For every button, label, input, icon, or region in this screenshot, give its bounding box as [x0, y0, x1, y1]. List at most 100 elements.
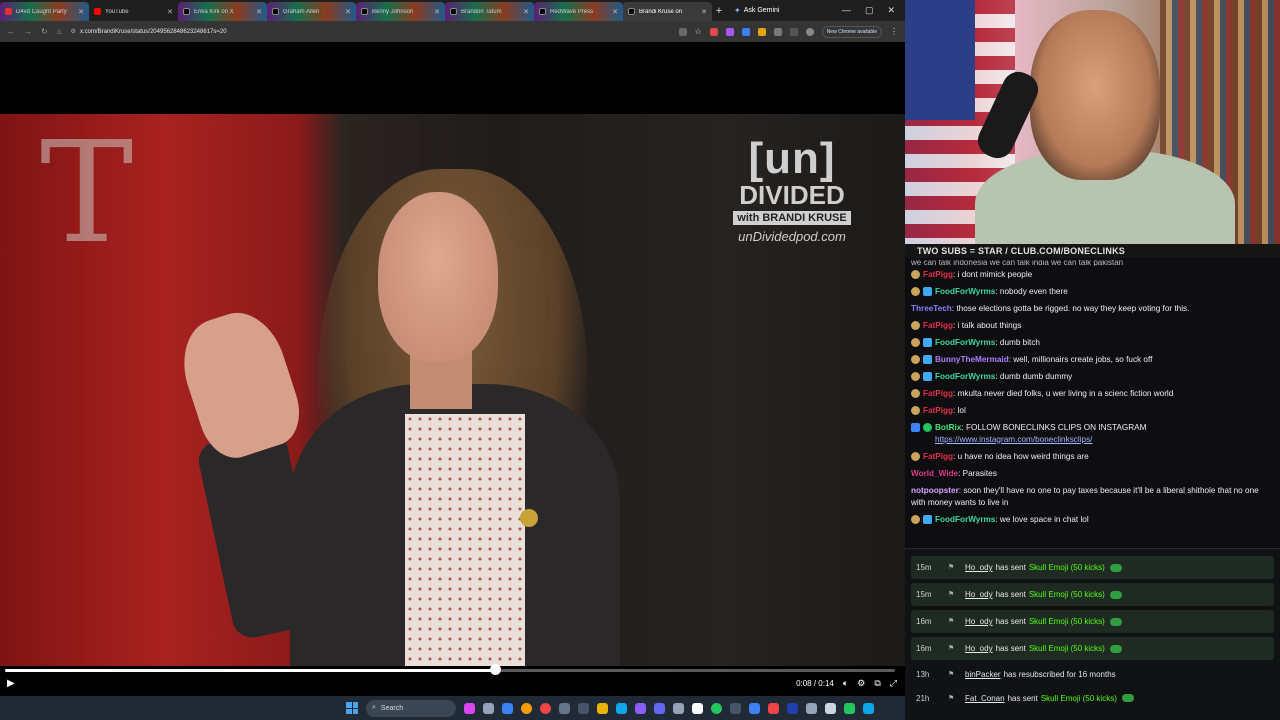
edge-icon[interactable]	[502, 702, 513, 714]
kicks-coin-icon	[1109, 644, 1122, 653]
chat-username[interactable]: notpoopster	[911, 486, 959, 495]
app-navy-icon[interactable]	[787, 702, 798, 714]
tab-1[interactable]: YouTube ✕	[89, 2, 178, 21]
menu-kebab-icon[interactable]: ⋮	[890, 27, 898, 36]
new-chrome-available-button[interactable]: New Chrome available	[821, 25, 882, 38]
discord-icon[interactable]	[635, 702, 646, 714]
video-player[interactable]: T [un] DIVIDED with BRANDI KRUSE unDivid…	[0, 42, 905, 696]
app-cyan-icon[interactable]	[863, 702, 874, 714]
forward-icon[interactable]: →	[24, 27, 32, 36]
chat-text: dumb dumb dummy	[999, 371, 1073, 381]
chat-username[interactable]: FatPigg	[923, 452, 953, 461]
bookmark-star-icon[interactable]: ☆	[695, 27, 702, 36]
app-grey-icon[interactable]	[673, 702, 684, 714]
extension-blue-icon[interactable]	[741, 27, 750, 36]
chat-username[interactable]: FoodForWyrms	[935, 287, 995, 296]
fullscreen-icon[interactable]: ⤢	[890, 678, 897, 689]
chat-username[interactable]: ThreeTech	[911, 304, 952, 313]
tab-0[interactable]: D4vd Caught Party ✕	[0, 2, 89, 21]
tab-2[interactable]: Erika Kirk on X ✕	[178, 2, 267, 21]
chat-username[interactable]: BotRix	[935, 423, 961, 432]
maximize-icon[interactable]: ▢	[865, 5, 874, 16]
app-green-icon[interactable]	[844, 702, 855, 714]
tab-close-icon[interactable]: ✕	[434, 8, 440, 16]
extension-purple-icon[interactable]	[725, 27, 734, 36]
tab-3[interactable]: Graham Allen ✕	[267, 2, 356, 21]
event-username[interactable]: Fat_Conan	[965, 694, 1005, 703]
tab-6[interactable]: RedWave Press ✕	[534, 2, 623, 21]
tab-close-icon[interactable]: ✕	[612, 8, 618, 16]
event-username[interactable]: Ho_ody	[965, 617, 993, 626]
chat-username[interactable]: FoodForWyrms	[935, 338, 995, 347]
kick-icon: ⚑	[948, 645, 955, 652]
tab-7[interactable]: Brandi Kruse on ✕	[623, 2, 712, 21]
event-username[interactable]: binPacker	[965, 670, 1001, 679]
chat-username[interactable]: BunnyTheMermaid	[935, 355, 1009, 364]
profile-avatar-icon[interactable]	[805, 27, 814, 36]
extension-yellow-icon[interactable]	[757, 27, 766, 36]
event-username[interactable]: Ho_ody	[965, 563, 993, 572]
app-white-icon[interactable]	[692, 702, 703, 714]
ask-gemini-button[interactable]: ✦ Ask Gemini	[734, 6, 780, 15]
sidepanel-icon[interactable]	[789, 27, 798, 36]
brand-with: with BRANDI KRUSE	[733, 211, 851, 225]
windows-start-icon[interactable]	[346, 702, 358, 714]
chat-link[interactable]: https://www.instagram.com/boneclinksclip…	[935, 435, 1092, 444]
search-icon: ⌕	[372, 704, 376, 711]
tab-4[interactable]: Benny Johnson ✕	[356, 2, 445, 21]
video-frame[interactable]: T [un] DIVIDED with BRANDI KRUSE unDivid…	[0, 114, 905, 666]
picture-in-picture-icon[interactable]: ⧉	[874, 678, 880, 689]
taskbar-search[interactable]: ⌕ Search	[366, 699, 456, 717]
extensions-puzzle-icon[interactable]	[773, 27, 782, 36]
tab-close-icon[interactable]: ✕	[701, 8, 707, 16]
tab-close-icon[interactable]: ✕	[523, 8, 529, 16]
url-field[interactable]: ⚙ x.com/BrandiKruse/status/2049562848623…	[71, 28, 571, 36]
app-blue2-icon[interactable]	[749, 702, 760, 714]
chat-username[interactable]: World_Wide	[911, 469, 958, 478]
tab-close-icon[interactable]: ✕	[78, 8, 84, 16]
spotify-icon[interactable]	[711, 702, 722, 714]
chat-text: lol	[957, 405, 966, 415]
obs-icon[interactable]	[559, 702, 570, 714]
app-dark-icon[interactable]	[730, 702, 741, 714]
tab-close-icon[interactable]: ✕	[256, 8, 262, 16]
event-username[interactable]: Ho_ody	[965, 590, 993, 599]
chat-message: FatPigg: u have no idea how weird things…	[911, 448, 1272, 465]
chrome-icon[interactable]	[521, 702, 532, 714]
app-grey2-icon[interactable]	[806, 702, 817, 714]
chat-username[interactable]: FoodForWyrms	[935, 515, 995, 524]
progress-scrubber-handle[interactable]	[489, 664, 501, 675]
app-indigo-icon[interactable]	[654, 702, 665, 714]
chrome-alt-icon[interactable]	[540, 702, 551, 714]
app-red-icon[interactable]	[768, 702, 779, 714]
new-tab-button[interactable]: +	[712, 5, 726, 17]
settings-gear-icon[interactable]: ⚙	[857, 678, 865, 689]
cast-icon[interactable]	[678, 27, 687, 36]
reload-icon[interactable]: ↻	[41, 27, 48, 36]
back-icon[interactable]: ←	[7, 27, 15, 36]
tab-close-icon[interactable]: ✕	[167, 8, 173, 16]
chat-username[interactable]: FatPigg	[923, 270, 953, 279]
chat-username[interactable]: FatPigg	[923, 406, 953, 415]
chat-message: BunnyTheMermaid: well, millionairs creat…	[911, 351, 1272, 368]
task-view-icon[interactable]	[483, 702, 494, 714]
home-icon[interactable]: ⌂	[57, 27, 62, 36]
chat-username[interactable]: FoodForWyrms	[935, 372, 995, 381]
event-username[interactable]: Ho_ody	[965, 644, 993, 653]
app-blue-icon[interactable]	[616, 702, 627, 714]
site-info-icon[interactable]: ⚙	[71, 28, 76, 35]
play-icon[interactable]: ▶	[7, 678, 15, 689]
widgets-icon[interactable]	[464, 702, 475, 714]
file-explorer-icon[interactable]	[597, 702, 608, 714]
extension-red-icon[interactable]	[709, 27, 718, 36]
close-window-icon[interactable]: ✕	[887, 5, 895, 16]
tab-close-icon[interactable]: ✕	[345, 8, 351, 16]
volume-icon[interactable]: 🔈︎	[843, 678, 848, 689]
minimize-icon[interactable]: —	[842, 5, 851, 16]
app-light-icon[interactable]	[825, 702, 836, 714]
video-progress-bar[interactable]	[5, 664, 895, 675]
tab-5[interactable]: Brandon Tatum ✕	[445, 2, 534, 21]
app-icon[interactable]	[578, 702, 589, 714]
chat-username[interactable]: FatPigg	[923, 389, 953, 398]
chat-username[interactable]: FatPigg	[923, 321, 953, 330]
